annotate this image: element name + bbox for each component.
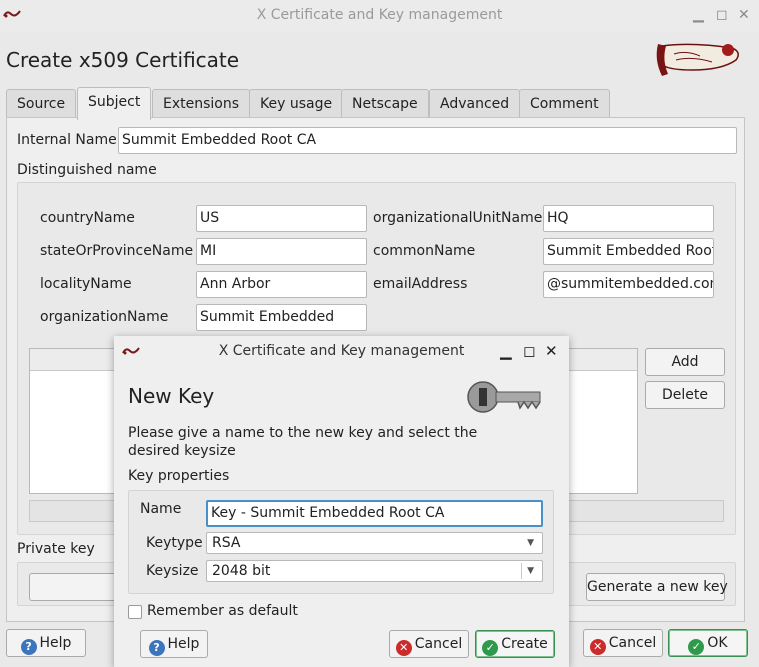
cancel-icon: ✕ xyxy=(395,640,412,656)
dialog-cancel-button[interactable]: ✕ Cancel xyxy=(389,630,469,658)
minimize-icon[interactable]: ▁ xyxy=(693,7,704,23)
ok-icon: ✓ xyxy=(482,640,499,656)
dialog-heading: New Key xyxy=(128,384,215,408)
country-name-input[interactable]: US xyxy=(196,205,367,232)
chevron-down-icon: ▼ xyxy=(527,566,534,576)
dialog-help-button[interactable]: ? Help xyxy=(140,630,208,658)
state-input[interactable]: MI xyxy=(196,238,367,265)
private-key-label: Private key xyxy=(17,541,95,557)
dialog-close-icon[interactable]: ✕ xyxy=(545,342,558,360)
window-title: X Certificate and Key management xyxy=(256,7,503,23)
remember-default-checkbox[interactable] xyxy=(128,605,142,619)
state-label: stateOrProvinceName xyxy=(40,243,194,259)
keytype-label: Keytype xyxy=(146,535,203,551)
dialog-minimize-icon[interactable]: ▁ xyxy=(500,342,512,360)
ok-icon: ✓ xyxy=(688,639,705,655)
keytype-value: RSA xyxy=(212,535,241,551)
country-name-label: countryName xyxy=(40,210,135,226)
internal-name-label: Internal Name xyxy=(17,132,117,148)
organization-label: organizationName xyxy=(40,309,169,325)
cancel-button[interactable]: ✕ Cancel xyxy=(583,629,663,657)
create-button[interactable]: ✓ Create xyxy=(475,630,555,658)
tab-netscape[interactable]: Netscape xyxy=(341,89,429,118)
cancel-button-label: Cancel xyxy=(608,635,657,651)
key-name-label: Name xyxy=(140,501,182,517)
cancel-icon: ✕ xyxy=(589,639,606,655)
org-unit-input[interactable]: HQ xyxy=(543,205,714,232)
common-name-input[interactable]: Summit Embedded Root xyxy=(543,238,714,265)
xca-logo xyxy=(652,40,744,84)
generate-key-button[interactable]: Generate a new key xyxy=(586,573,728,601)
organization-input[interactable]: Summit Embedded xyxy=(196,304,367,331)
combo-separator xyxy=(521,563,522,579)
key-properties-label: Key properties xyxy=(128,468,230,484)
create-button-label: Create xyxy=(501,636,548,652)
locality-input[interactable]: Ann Arbor xyxy=(196,271,367,298)
remember-default-label: Remember as default xyxy=(147,603,298,619)
delete-button[interactable]: Delete xyxy=(645,381,725,409)
new-key-dialog: X Certificate and Key management ▁ ◻ ✕ N… xyxy=(114,336,569,667)
ok-button-label: OK xyxy=(707,635,728,651)
tab-subject[interactable]: Subject xyxy=(77,87,152,120)
add-button[interactable]: Add xyxy=(645,348,725,376)
chevron-down-icon: ▼ xyxy=(527,538,534,548)
org-unit-label: organizationalUnitName xyxy=(373,210,543,226)
tab-advanced[interactable]: Advanced xyxy=(429,89,521,118)
dialog-help-label: Help xyxy=(167,636,200,652)
tab-comment[interactable]: Comment xyxy=(519,89,610,118)
tab-source[interactable]: Source xyxy=(6,89,77,118)
close-icon[interactable]: ✕ xyxy=(738,7,750,23)
help-button[interactable]: ? Help xyxy=(6,629,86,657)
internal-name-input[interactable]: Summit Embedded Root CA xyxy=(118,127,737,154)
help-button-label: Help xyxy=(39,635,72,651)
keysize-value: 2048 bit xyxy=(212,563,271,579)
locality-label: localityName xyxy=(40,276,132,292)
page-title: Create x509 Certificate xyxy=(6,48,240,72)
help-icon: ? xyxy=(148,640,165,656)
key-name-input[interactable]: Key - Summit Embedded Root CA xyxy=(206,500,543,527)
ok-button[interactable]: ✓ OK xyxy=(668,629,748,657)
keysize-select[interactable]: 2048 bit ▼ xyxy=(206,560,543,582)
generate-key-label: Generate a new key xyxy=(587,579,728,595)
email-label: emailAddress xyxy=(373,276,468,292)
dialog-maximize-icon[interactable]: ◻ xyxy=(523,342,535,360)
key-icon xyxy=(466,380,548,418)
dialog-cancel-label: Cancel xyxy=(414,636,463,652)
help-icon: ? xyxy=(20,639,37,655)
tab-extensions[interactable]: Extensions xyxy=(152,89,251,118)
email-input[interactable]: @summitembedded.com xyxy=(543,271,714,298)
keytype-select[interactable]: RSA ▼ xyxy=(206,532,543,554)
keysize-label: Keysize xyxy=(146,563,199,579)
distinguished-name-label: Distinguished name xyxy=(17,162,157,178)
common-name-label: commonName xyxy=(373,243,476,259)
dialog-description: Please give a name to the new key and se… xyxy=(128,425,478,459)
tab-key-usage[interactable]: Key usage xyxy=(249,89,344,118)
maximize-icon[interactable]: ◻ xyxy=(716,7,728,23)
